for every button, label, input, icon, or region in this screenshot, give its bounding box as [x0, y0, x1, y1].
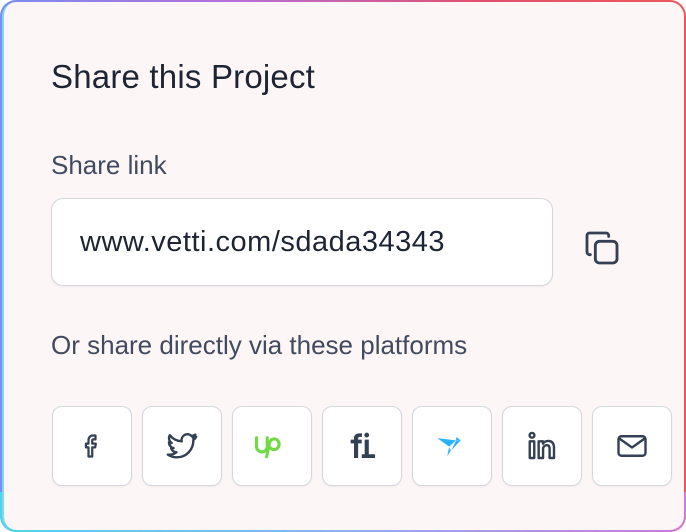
platform-list [52, 406, 672, 486]
fiverr-icon [350, 432, 376, 458]
share-email-button[interactable] [592, 406, 672, 486]
share-link-field[interactable]: www.vetti.com/sdada34343 [51, 198, 553, 286]
twitter-icon [166, 433, 198, 459]
share-dialog-frame: Share this Project Share link www.vetti.… [0, 0, 686, 532]
freelancer-icon [437, 436, 462, 457]
copy-link-button[interactable] [578, 224, 626, 272]
share-facebook-button[interactable] [52, 406, 132, 486]
linkedin-icon [528, 431, 556, 460]
share-linkedin-button[interactable] [502, 406, 582, 486]
share-dialog: Share this Project Share link www.vetti.… [2, 2, 684, 530]
share-twitter-button[interactable] [142, 406, 222, 486]
share-link-value[interactable]: www.vetti.com/sdada34343 [80, 226, 445, 259]
share-freelancer-button[interactable] [412, 406, 492, 486]
copy-icon [585, 231, 619, 265]
share-fiverr-button[interactable] [322, 406, 402, 486]
facebook-icon [84, 434, 97, 458]
upwork-icon [255, 436, 281, 459]
mail-icon [617, 435, 647, 457]
share-upwork-button[interactable] [232, 406, 312, 486]
share-link-label: Share link [51, 150, 167, 180]
dialog-title: Share this Project [51, 58, 316, 95]
platforms-label: Or share directly via these platforms [51, 330, 468, 360]
